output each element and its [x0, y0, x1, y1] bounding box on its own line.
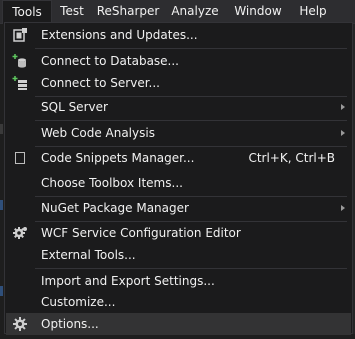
submenu-arrow-icon — [341, 130, 345, 136]
menu-item-web-code-analysis[interactable]: Web Code Analysis — [6, 122, 351, 144]
menu-item-shortcut: Ctrl+K, Ctrl+B — [248, 151, 335, 165]
menu-item-external-tools[interactable]: External Tools... — [6, 244, 351, 266]
menu-item-label: Import and Export Settings... — [41, 274, 215, 288]
menu-item-connect-to-database[interactable]: Connect to Database... — [6, 50, 351, 72]
menu-help[interactable]: Help — [292, 0, 334, 23]
menu-item-choose-toolbox-items[interactable]: Choose Toolbox Items... — [6, 172, 351, 194]
menu-item-nuget-package-manager[interactable]: NuGet Package Manager — [6, 197, 351, 219]
menu-item-label: SQL Server — [41, 100, 108, 114]
menu-item-extensions-and-updates[interactable]: Extensions and Updates... — [6, 24, 351, 46]
menu-tools[interactable]: Tools — [2, 0, 52, 24]
menu-item-code-snippets-manager[interactable]: Code Snippets Manager... Ctrl+K, Ctrl+B — [6, 147, 351, 169]
menu-item-label: Web Code Analysis — [41, 126, 155, 140]
database-connect-icon — [12, 53, 28, 69]
menu-item-connect-to-server[interactable]: Connect to Server... — [6, 72, 351, 94]
menu-resharper[interactable]: ReSharper — [92, 0, 164, 23]
menu-item-label: Options... — [41, 317, 99, 331]
tools-dropdown-menu: Extensions and Updates... Connect to Dat… — [4, 22, 353, 335]
snippet-icon — [12, 150, 28, 166]
gear-icon — [12, 316, 28, 332]
server-connect-icon — [12, 75, 28, 91]
menu-bar: Tools Test ReSharper Analyze Window Help — [0, 0, 355, 24]
menu-item-label: Code Snippets Manager... — [41, 151, 195, 165]
menu-item-label: External Tools... — [41, 248, 136, 262]
editor-margin-mark — [0, 124, 3, 134]
menu-item-label: Choose Toolbox Items... — [41, 176, 183, 190]
editor-margin-mark — [0, 200, 3, 210]
menu-item-options[interactable]: Options... — [6, 313, 351, 335]
menu-separator — [35, 268, 347, 269]
menu-item-label: WCF Service Configuration Editor — [41, 226, 241, 240]
editor-margin-mark — [0, 286, 3, 296]
menu-item-label: Customize... — [41, 295, 116, 309]
menu-test[interactable]: Test — [54, 0, 90, 23]
menu-item-label: Extensions and Updates... — [41, 28, 198, 42]
submenu-arrow-icon — [341, 104, 345, 110]
extensions-icon — [12, 27, 28, 43]
menu-item-label: Connect to Server... — [41, 76, 160, 90]
menu-item-label: Connect to Database... — [41, 54, 179, 68]
menu-separator — [35, 48, 347, 49]
menu-item-sql-server[interactable]: SQL Server — [6, 96, 351, 118]
menu-item-import-export-settings[interactable]: Import and Export Settings... — [6, 270, 351, 292]
submenu-arrow-icon — [341, 205, 345, 211]
menu-item-customize[interactable]: Customize... — [6, 291, 351, 313]
menu-analyze[interactable]: Analyze — [166, 0, 224, 23]
menu-item-label: NuGet Package Manager — [41, 201, 189, 215]
gear-icon — [12, 225, 28, 241]
menu-item-wcf-service-configuration-editor[interactable]: WCF Service Configuration Editor — [6, 222, 351, 244]
menu-separator — [35, 120, 347, 121]
menu-window[interactable]: Window — [226, 0, 290, 23]
